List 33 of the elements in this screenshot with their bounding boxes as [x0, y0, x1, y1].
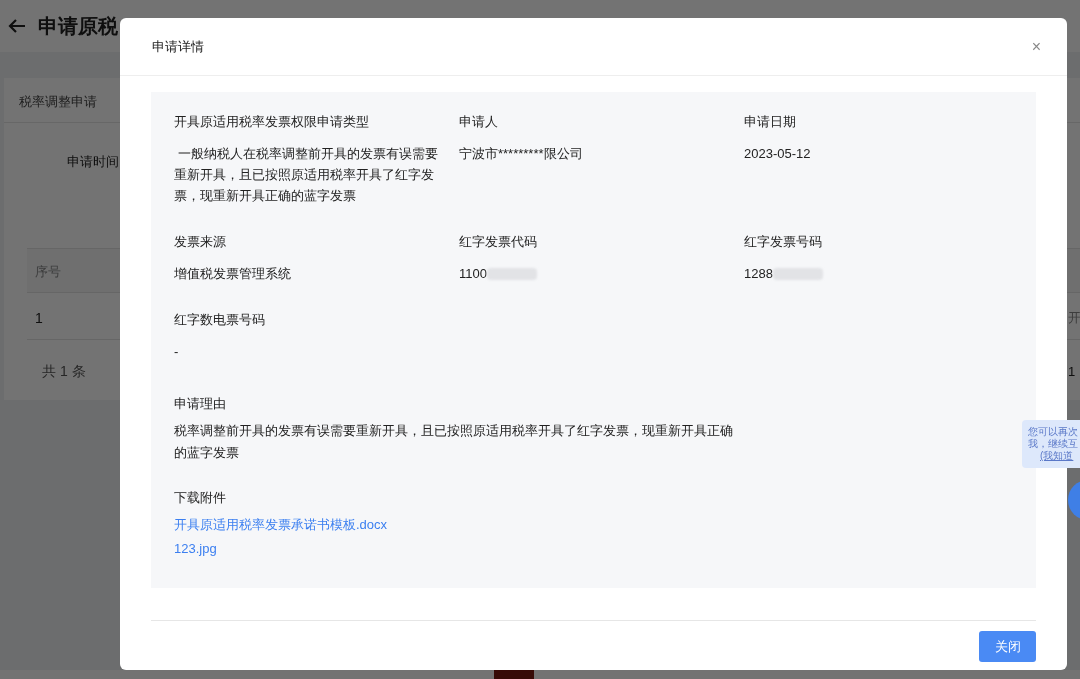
field-value: -	[174, 343, 180, 361]
field-label: 申请理由	[174, 395, 227, 413]
tooltip-text[interactable]: (我知道	[1028, 450, 1080, 462]
field-value: 税率调整前开具的发票有误需要重新开具，且已按照原适用税率开具了红字发票，现重新开具正确的蓝字发票	[174, 422, 734, 462]
dialog-title: 申请详情	[152, 37, 204, 56]
tooltip-text: 您可以再次	[1028, 426, 1079, 438]
field-value: 1288	[744, 265, 773, 283]
field-value: 增值税发票管理系统	[174, 265, 292, 283]
field-label: 开具原适用税率发票权限申请类型	[174, 113, 370, 131]
tooltip-text: 我，继续互	[1028, 438, 1079, 450]
tab[interactable]: 税率调整申请	[19, 92, 97, 112]
field-label: 红字发票号码	[744, 233, 823, 251]
field-value: 宁波市*********限公司	[459, 145, 584, 163]
field-label: 发票来源	[174, 233, 227, 251]
filter-label: 申请时间	[67, 153, 119, 171]
logo-icon	[494, 670, 534, 679]
field-value: 1100	[459, 265, 487, 283]
field-label: 红字发票代码	[459, 233, 538, 251]
field-value: 2023-05-12	[744, 145, 812, 163]
close-dialog-button[interactable]: 关闭	[979, 631, 1036, 662]
field-label: 申请日期	[744, 113, 797, 131]
field-label: 下载附件	[174, 489, 227, 507]
close-button[interactable]: ×	[1031, 34, 1041, 59]
file-link[interactable]: 123.jpg	[174, 539, 217, 559]
field-label: 红字数电票号码	[174, 311, 266, 329]
page-number: 1	[1068, 363, 1076, 381]
page-title: 申请原税	[38, 14, 118, 39]
file-link[interactable]: 开具原适用税率发票承诺书模板.docx	[174, 515, 388, 535]
field-label: 申请人	[459, 113, 499, 131]
field-value: 一般纳税人在税率调整前开具的发票有误需要重新开具，且已按照原适用税率开具了红字发票，现重新开具正确的蓝字发票	[174, 145, 439, 205]
back-icon[interactable]	[8, 19, 26, 33]
total-count: 共 1 条	[42, 362, 86, 381]
table-cell-text: 1	[35, 309, 43, 328]
